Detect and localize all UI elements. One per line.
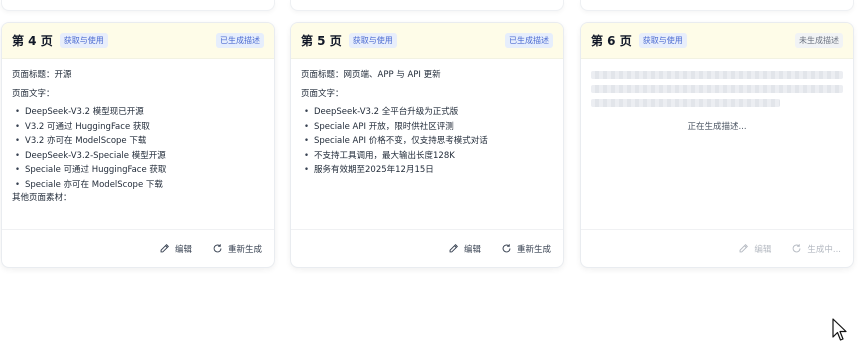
list-item: Speciale 亦可在 ModelScope 下载	[12, 178, 264, 193]
page-text-heading: 页面文字：	[12, 89, 55, 99]
edit-button[interactable]: 编辑	[448, 243, 481, 255]
card-description-loading: 正在生成描述...	[581, 59, 853, 227]
other-materials-line: 其他页面素材：	[12, 193, 72, 203]
generating-status-text: 正在生成描述...	[687, 122, 747, 132]
edit-button-label: 编辑	[754, 244, 772, 255]
list-item: V3.2 亦可在 ModelScope 下载	[12, 134, 264, 149]
regenerate-button[interactable]: 重新生成	[212, 243, 262, 255]
edit-button[interactable]: 编辑	[738, 243, 771, 255]
mouse-pointer-icon	[832, 318, 847, 341]
status-badge: 已生成描述	[216, 33, 264, 48]
edit-button[interactable]: 编辑	[159, 243, 192, 255]
regenerate-button-label: 重新生成	[227, 244, 262, 255]
skeleton-line	[591, 71, 843, 79]
previous-card-bottom	[580, 0, 854, 11]
generating-button-label: 生成中...	[807, 244, 841, 255]
card-description: 页面标题：开源 页面文字： DeepSeek-V3.2 模型现已开源 V3.2 …	[2, 59, 274, 227]
list-item: DeepSeek-V3.2 全平台升级为正式版	[301, 105, 553, 120]
page-title-line: 页面标题：开源	[12, 70, 72, 80]
bullet-list: DeepSeek-V3.2 模型现已开源 V3.2 可通过 HuggingFac…	[12, 105, 264, 192]
refresh-icon	[502, 244, 511, 253]
list-item: 服务有效期至2025年12月15日	[301, 163, 553, 178]
pencil-icon	[160, 244, 169, 253]
list-item: Speciale API 价格不变，仅支持思考模式对话	[301, 134, 553, 149]
edit-button-label: 编辑	[174, 244, 192, 255]
skeleton-line	[591, 85, 843, 93]
previous-card-bottom	[1, 0, 275, 11]
card-footer: 编辑 重新生成	[2, 229, 274, 267]
page-number: 第 6 页	[591, 34, 632, 48]
list-item: Speciale 可通过 HuggingFace 获取	[12, 163, 264, 178]
regenerate-button[interactable]: 重新生成	[501, 243, 551, 255]
pencil-icon	[449, 244, 458, 253]
bullet-list: DeepSeek-V3.2 全平台升级为正式版 Speciale API 开放，…	[301, 105, 553, 178]
list-item: DeepSeek-V3.2-Speciale 模型开源	[12, 149, 264, 164]
status-badge: 已生成描述	[505, 33, 553, 48]
page-title-line: 页面标题：网页端、APP 与 API 更新	[301, 70, 441, 80]
card-header: 第 4 页 获取与使用 已生成描述	[2, 23, 274, 59]
previous-card-bottom	[290, 0, 564, 11]
loading-skeleton	[591, 71, 843, 107]
list-item: 不支持工具调用，最大输出长度128K	[301, 149, 553, 164]
generating-button[interactable]: 生成中...	[791, 243, 841, 255]
page-text-heading: 页面文字：	[301, 89, 344, 99]
card-header: 第 5 页 获取与使用 已生成描述	[291, 23, 563, 59]
card-header: 第 6 页 获取与使用 未生成描述	[581, 23, 853, 59]
list-item: DeepSeek-V3.2 模型现已开源	[12, 105, 264, 120]
card-footer: 编辑 重新生成	[291, 229, 563, 267]
loading-icon	[793, 244, 801, 253]
card-description: 页面标题：网页端、APP 与 API 更新 页面文字： DeepSeek-V3.…	[291, 59, 563, 227]
card-footer: 编辑 生成中...	[581, 229, 853, 267]
pencil-icon	[739, 244, 749, 253]
page-card-4: 第 4 页 获取与使用 已生成描述 页面标题：开源 页面文字： DeepSeek…	[1, 22, 275, 268]
regenerate-button-label: 重新生成	[516, 244, 551, 255]
section-tag: 获取与使用	[59, 33, 108, 48]
page-card-5: 第 5 页 获取与使用 已生成描述 页面标题：网页端、APP 与 API 更新 …	[290, 22, 564, 268]
page-number: 第 4 页	[12, 34, 53, 48]
list-item: V3.2 可通过 HuggingFace 获取	[12, 120, 264, 135]
edit-button-label: 编辑	[463, 244, 481, 255]
section-tag: 获取与使用	[348, 33, 397, 48]
skeleton-line	[591, 99, 780, 107]
page-card-6: 第 6 页 获取与使用 未生成描述 正在生成描述... 编辑 生成中...	[580, 22, 854, 268]
page-number: 第 5 页	[301, 34, 342, 48]
section-tag: 获取与使用	[638, 33, 687, 48]
status-badge: 未生成描述	[795, 33, 843, 48]
list-item: Speciale API 开放，限时供社区评测	[301, 120, 553, 135]
refresh-icon	[213, 244, 222, 253]
